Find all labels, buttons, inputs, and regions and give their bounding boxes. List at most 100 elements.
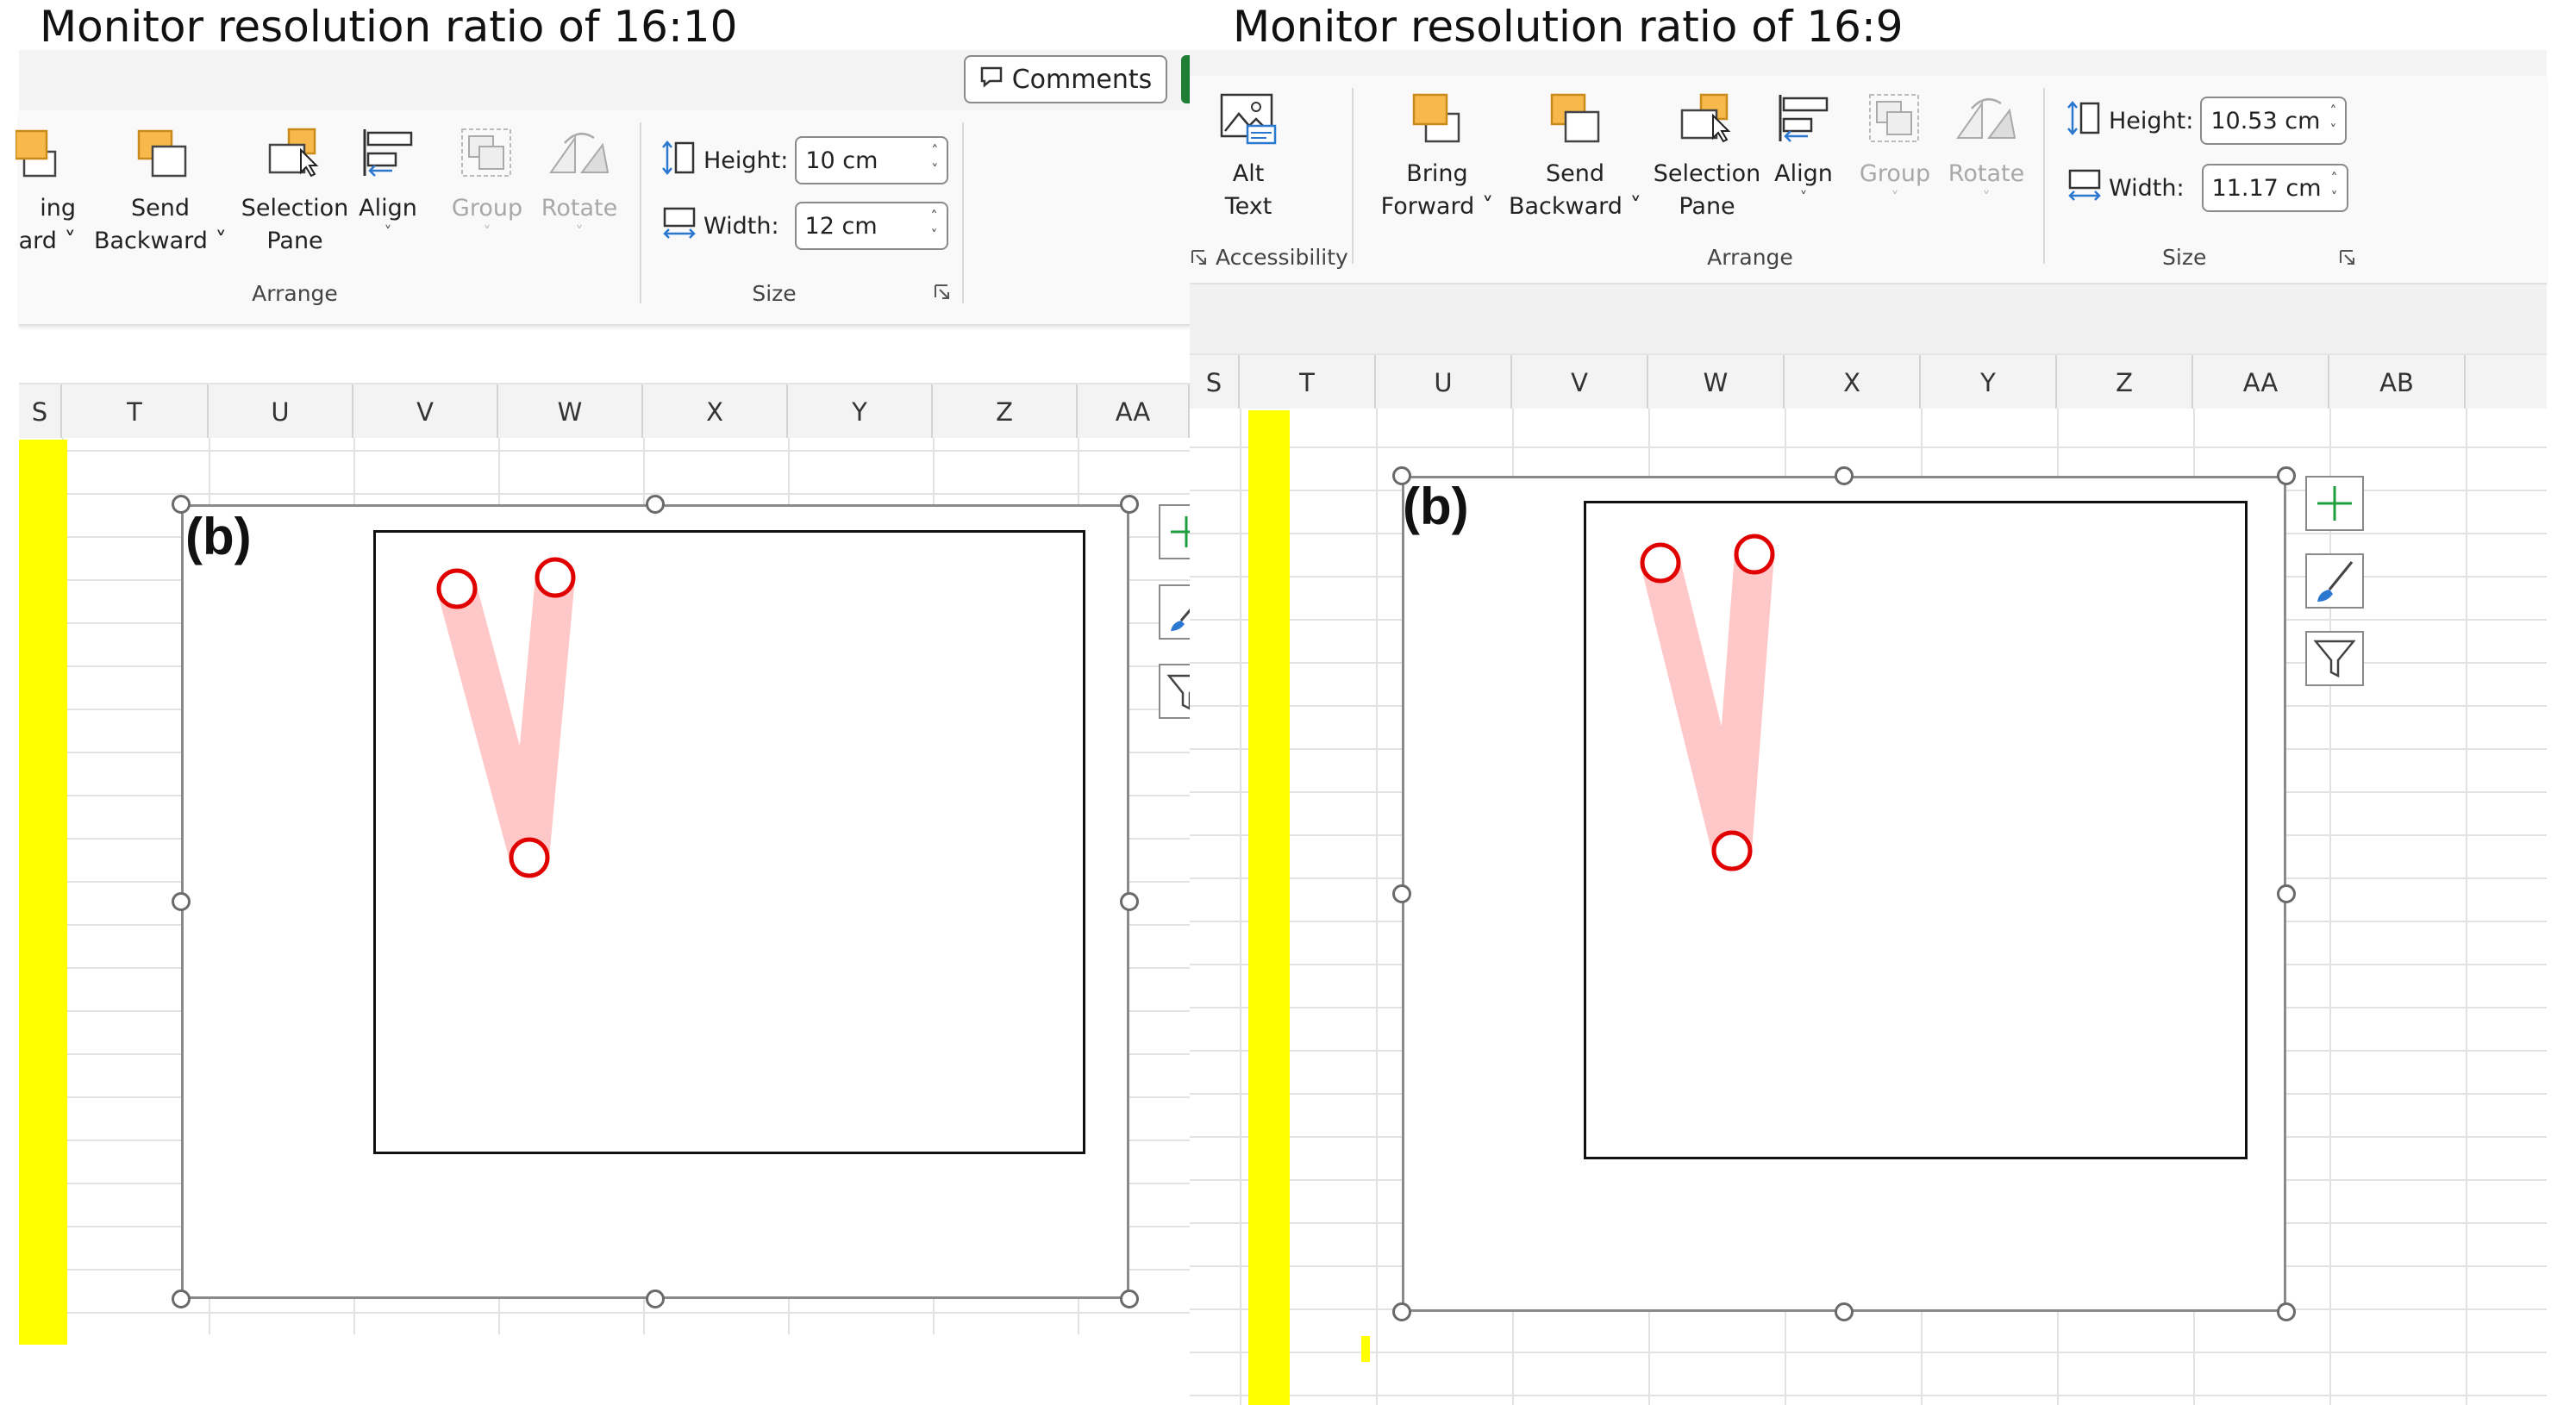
chart-filters-button[interactable]: [1159, 664, 1190, 719]
plus-icon: [2317, 486, 2352, 521]
selection-pane-icon: [234, 126, 355, 189]
resize-handle[interactable]: [172, 495, 191, 514]
brush-icon: [1171, 609, 1190, 631]
column-header[interactable]: S: [1190, 355, 1240, 410]
chart-object[interactable]: (b): [1402, 476, 2286, 1312]
column-header[interactable]: V: [1512, 355, 1648, 410]
resize-handle[interactable]: [1392, 1302, 1411, 1321]
column-header[interactable]: S: [19, 384, 62, 440]
resize-handle[interactable]: [172, 892, 191, 911]
ribbon: Alt Text Accessibility Bring Forward ˅ S…: [1190, 76, 2547, 284]
align-icon: [1767, 91, 1840, 154]
marker-point[interactable]: [436, 568, 478, 609]
column-header[interactable]: AA: [1078, 384, 1190, 440]
column-header[interactable]: Y: [788, 384, 933, 440]
height-spinner[interactable]: ˄ ˅: [931, 141, 938, 179]
resize-handle[interactable]: [1835, 1302, 1854, 1321]
column-header[interactable]: AB: [2329, 355, 2466, 410]
resize-handle[interactable]: [646, 1289, 665, 1308]
size-group-label: Size: [2162, 245, 2207, 270]
caption-16-9: Monitor resolution ratio of 16:9: [1233, 2, 1904, 52]
share-button-edge[interactable]: [1181, 55, 1190, 103]
group-button[interactable]: Group ˅: [448, 126, 526, 240]
column-header[interactable]: X: [643, 384, 788, 440]
chart-styles-button[interactable]: [2305, 553, 2364, 609]
filter-icon: [1166, 674, 1190, 710]
send-backward-button[interactable]: Send Backward ˅: [1507, 91, 1643, 223]
selection-pane-icon: [1647, 91, 1767, 154]
group-separator: [2043, 88, 2045, 264]
resize-handle[interactable]: [172, 1289, 191, 1308]
rotate-icon: [540, 126, 619, 189]
column-header[interactable]: T: [1240, 355, 1376, 410]
height-input[interactable]: 10 cm ˄ ˅: [795, 136, 949, 184]
marker-point[interactable]: [1734, 534, 1775, 575]
trajectory-svg: [436, 557, 576, 878]
column-header[interactable]: X: [1785, 355, 1921, 410]
comments-button[interactable]: Comments: [964, 55, 1167, 103]
marker-point[interactable]: [1640, 542, 1681, 584]
chart-object[interactable]: (b): [181, 504, 1129, 1299]
column-header[interactable]: AA: [2193, 355, 2329, 410]
bring-forward-button[interactable]: ing ard ˅: [7, 126, 76, 258]
send-backward-button[interactable]: Send Backward ˅: [93, 126, 228, 258]
rotate-button[interactable]: Rotate ˅: [1943, 91, 2029, 206]
resize-handle[interactable]: [2277, 884, 2296, 903]
marker-point[interactable]: [1711, 830, 1753, 871]
width-spinner[interactable]: ˄ ˅: [2331, 169, 2338, 207]
chart-elements-button[interactable]: [1159, 504, 1190, 559]
align-button[interactable]: Align ˅: [1767, 91, 1840, 206]
selection-pane-button[interactable]: Selection Pane: [1647, 91, 1767, 223]
width-icon: [662, 205, 697, 247]
plot-area[interactable]: [1584, 501, 2248, 1159]
rotate-icon: [1943, 91, 2029, 154]
marker-point[interactable]: [509, 837, 550, 878]
trajectory-band: [1641, 534, 1774, 871]
alt-text-button[interactable]: Alt Text: [1207, 91, 1290, 223]
align-button[interactable]: Align ˅: [357, 126, 419, 240]
column-header[interactable]: V: [353, 384, 498, 440]
height-input[interactable]: 10.53 cm ˄ ˅: [2200, 97, 2348, 145]
column-header[interactable]: U: [209, 384, 353, 440]
resize-handle[interactable]: [1392, 884, 1411, 903]
selection-pane-button[interactable]: Selection Pane: [234, 126, 355, 258]
plot-area[interactable]: [373, 530, 1085, 1154]
chart-styles-button[interactable]: [1159, 584, 1190, 640]
column-header[interactable]: Z: [2057, 355, 2193, 410]
bring-forward-icon: [7, 126, 76, 189]
width-input[interactable]: 11.17 cm ˄ ˅: [2201, 164, 2348, 212]
arrange-group-label: Arrange: [1707, 245, 1793, 270]
height-icon: [2067, 100, 2102, 142]
column-header[interactable]: U: [1376, 355, 1512, 410]
group-icon: [448, 126, 526, 189]
resize-handle[interactable]: [1392, 466, 1411, 485]
resize-handle[interactable]: [646, 495, 665, 514]
dialog-launcher-icon[interactable]: [933, 283, 952, 306]
resize-handle[interactable]: [1120, 892, 1139, 911]
width-spinner[interactable]: ˄ ˅: [931, 207, 938, 245]
cell-cursor-marker: [1361, 1336, 1370, 1362]
rotate-button[interactable]: Rotate ˅: [540, 126, 619, 240]
right-panel-16-9: Monitor resolution ratio of 16:9 Alt Tex…: [1190, 0, 2576, 1405]
brush-icon: [2317, 561, 2354, 602]
dialog-launcher-icon[interactable]: [2338, 248, 2357, 272]
chart-elements-button[interactable]: [2305, 476, 2364, 531]
column-header[interactable]: W: [1648, 355, 1785, 410]
dialog-launcher-icon[interactable]: [1190, 248, 1209, 272]
resize-handle[interactable]: [1120, 495, 1139, 514]
column-header[interactable]: Z: [933, 384, 1078, 440]
resize-handle[interactable]: [1120, 1289, 1139, 1308]
resize-handle[interactable]: [2277, 1302, 2296, 1321]
column-header[interactable]: Y: [1921, 355, 2057, 410]
left-panel-16-10: Monitor resolution ratio of 16:10 Commen…: [0, 0, 1190, 1405]
column-header[interactable]: T: [62, 384, 209, 440]
column-header[interactable]: W: [498, 384, 643, 440]
chart-filters-button[interactable]: [2305, 631, 2364, 686]
height-spinner[interactable]: ˄ ˅: [2329, 102, 2336, 140]
width-input[interactable]: 12 cm ˄ ˅: [794, 202, 948, 250]
marker-point[interactable]: [535, 557, 576, 598]
resize-handle[interactable]: [1835, 466, 1854, 485]
group-button[interactable]: Group ˅: [1854, 91, 1936, 206]
resize-handle[interactable]: [2277, 466, 2296, 485]
bring-forward-button[interactable]: Bring Forward ˅: [1371, 91, 1504, 223]
